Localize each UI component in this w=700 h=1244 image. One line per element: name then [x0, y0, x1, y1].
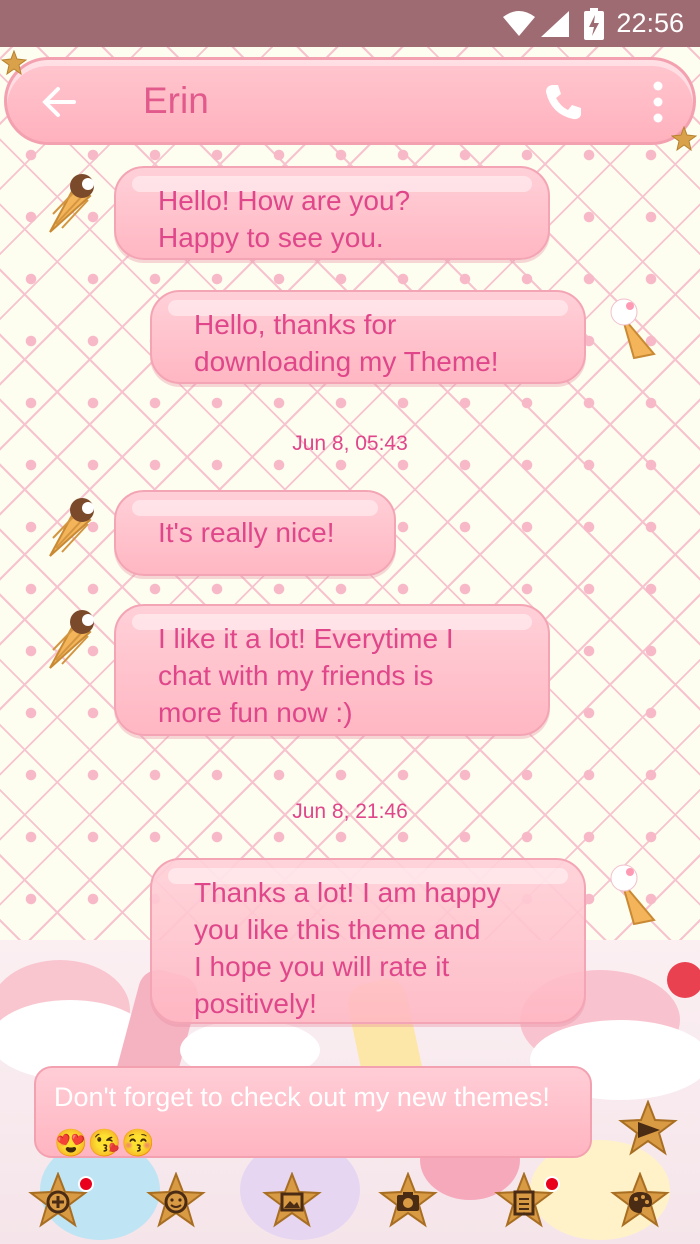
status-bar: 22:56 — [0, 0, 700, 47]
message-bubble-incoming[interactable]: It's really nice! — [114, 490, 396, 576]
back-arrow-icon[interactable] — [41, 84, 77, 120]
signal-icon — [541, 11, 569, 37]
send-button[interactable] — [618, 1100, 678, 1160]
battery-charging-icon — [584, 8, 604, 40]
phone-call-icon[interactable] — [543, 82, 583, 122]
message-text: Thanks a lot! I am happy you like this t… — [194, 877, 501, 1019]
palette-icon[interactable] — [610, 1172, 670, 1232]
ice-cream-avatar-icon — [610, 864, 656, 926]
emoji-icon[interactable] — [146, 1172, 206, 1232]
ice-cream-avatar-icon — [49, 610, 94, 669]
star-cookie-icon — [1, 50, 27, 76]
message-bubble-outgoing[interactable]: Thanks a lot! I am happy you like this t… — [150, 858, 586, 1024]
message-bubble-incoming[interactable]: Hello! How are you? Happy to see you. — [114, 166, 550, 260]
message-text: Hello, thanks for downloading my Theme! — [194, 309, 499, 377]
ice-cream-avatar-icon — [49, 174, 94, 233]
message-compose-field[interactable]: Don't forget to check out my new themes!… — [34, 1066, 592, 1158]
gallery-icon[interactable] — [262, 1172, 322, 1232]
camera-icon[interactable] — [378, 1172, 438, 1232]
star-cookie-icon — [671, 126, 697, 152]
wifi-icon — [503, 11, 535, 36]
timestamp: Jun 8, 05:43 — [292, 432, 408, 455]
message-text: I like it a lot! Everytime I chat with m… — [158, 623, 454, 728]
status-time: 22:56 — [616, 8, 684, 38]
conversation-header: Erin — [1, 50, 697, 152]
more-options-icon[interactable] — [652, 80, 664, 124]
ice-cream-avatar-icon — [49, 498, 94, 557]
message-bubble-outgoing[interactable]: Hello, thanks for downloading my Theme! — [150, 290, 586, 384]
message-text: It's really nice! — [158, 517, 335, 548]
message-bubble-incoming[interactable]: I like it a lot! Everytime I chat with m… — [114, 604, 550, 736]
ice-cream-avatar-icon — [610, 298, 656, 360]
notification-dot — [544, 1176, 560, 1192]
contact-name: Erin — [143, 80, 209, 121]
timestamp: Jun 8, 21:46 — [292, 800, 408, 823]
message-text: Hello! How are you? Happy to see you. — [158, 185, 411, 253]
notification-dot — [78, 1176, 94, 1192]
